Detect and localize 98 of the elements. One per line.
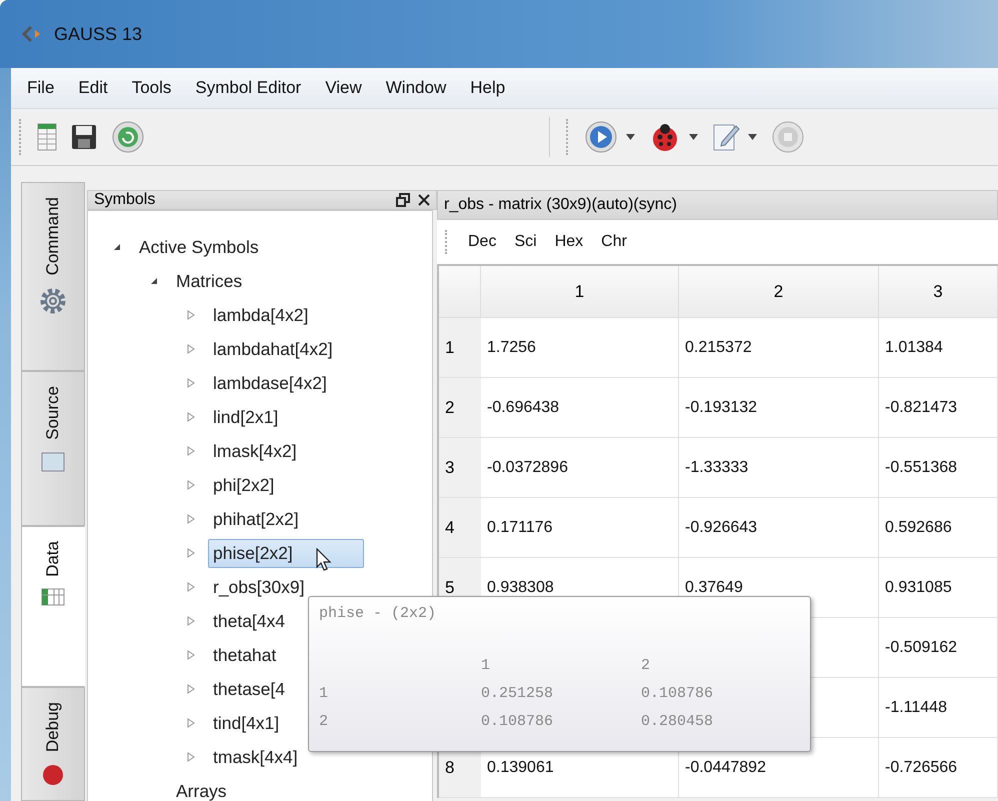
- collapsed-arrow-icon[interactable]: [186, 446, 196, 456]
- row-header[interactable]: 3: [439, 438, 481, 498]
- tooltip-column-header: 2: [641, 656, 652, 676]
- tree-item[interactable]: lambdase[4x2]: [208, 368, 332, 398]
- side-tab[interactable]: Debug: [21, 686, 85, 801]
- float-icon[interactable]: [396, 193, 410, 207]
- tooltip-value: 0.108786: [641, 684, 714, 704]
- expanded-arrow-icon[interactable]: [149, 276, 159, 286]
- panel-title: Symbols: [94, 191, 156, 209]
- panel-title: r_obs - matrix (30x9)(auto)(sync): [444, 196, 677, 214]
- play-icon[interactable]: [584, 120, 618, 154]
- caret-icon[interactable]: [626, 134, 635, 140]
- side-tab[interactable]: Data: [21, 526, 85, 687]
- menu-item[interactable]: Tools: [120, 74, 184, 102]
- table-cell: -0.696438: [481, 378, 679, 438]
- window-icon: [41, 452, 65, 472]
- caret-icon[interactable]: [689, 134, 698, 140]
- format-button[interactable]: Sci: [507, 229, 544, 255]
- tree-item[interactable]: tind[4x1]: [208, 708, 284, 738]
- collapsed-arrow-icon[interactable]: [186, 582, 196, 592]
- tree-item[interactable]: lambda[4x2]: [208, 300, 314, 330]
- menu-item[interactable]: Symbol Editor: [183, 74, 314, 102]
- tree-item[interactable]: phihat[2x2]: [208, 504, 304, 534]
- window-title: GAUSS 13: [54, 24, 142, 44]
- table-cell: 0.215372: [679, 318, 879, 378]
- table-cell: -0.0372896: [481, 438, 679, 498]
- menu-item[interactable]: File: [15, 74, 66, 102]
- refresh-icon[interactable]: [111, 120, 145, 154]
- close-icon[interactable]: [418, 194, 430, 206]
- tooltip-row-header: 1: [319, 684, 330, 704]
- table-cell: 0.592686: [879, 498, 998, 558]
- collapsed-arrow-icon[interactable]: [186, 480, 196, 490]
- row-header[interactable]: 4: [439, 498, 481, 558]
- format-button[interactable]: Chr: [594, 229, 634, 255]
- collapsed-arrow-icon[interactable]: [186, 310, 196, 320]
- collapsed-arrow-icon[interactable]: [186, 718, 196, 728]
- table-cell: -1.33333: [679, 438, 879, 498]
- tooltip-row-header: 2: [319, 712, 330, 732]
- tree-item[interactable]: lind[2x1]: [208, 402, 284, 432]
- table-cell: 0.171176: [481, 498, 679, 558]
- tree-item[interactable]: lmask[4x2]: [208, 436, 302, 466]
- collapsed-arrow-icon[interactable]: [186, 514, 196, 524]
- table-cell: -0.551368: [879, 438, 998, 498]
- tree-item[interactable]: Arrays: [171, 776, 232, 801]
- row-header[interactable]: 2: [439, 378, 481, 438]
- stop-icon[interactable]: [771, 120, 805, 154]
- tree-item[interactable]: phi[2x2]: [208, 470, 280, 500]
- tree-item[interactable]: phise[2x2]: [208, 538, 364, 568]
- side-tab[interactable]: Source: [21, 371, 85, 526]
- column-header[interactable]: 2: [679, 266, 879, 318]
- tree-item[interactable]: thetahat: [208, 640, 282, 670]
- table-cell: 1.01384: [879, 318, 998, 378]
- edit-icon[interactable]: [712, 122, 740, 152]
- format-button[interactable]: Hex: [548, 229, 590, 255]
- table-cell: -1.11448: [879, 678, 998, 738]
- collapsed-arrow-icon[interactable]: [186, 684, 196, 694]
- tree-item[interactable]: theta[4x4: [208, 606, 290, 636]
- collapsed-arrow-icon[interactable]: [186, 548, 196, 558]
- table-cell: -0.726566: [879, 738, 998, 798]
- expanded-arrow-icon[interactable]: [112, 242, 122, 252]
- save-icon[interactable]: [71, 124, 97, 150]
- tree-item[interactable]: tmask[4x4]: [208, 742, 303, 772]
- collapsed-arrow-icon[interactable]: [186, 412, 196, 422]
- table-cell: -0.193132: [679, 378, 879, 438]
- spreadsheet-icon[interactable]: [37, 123, 57, 151]
- table-cell: 1.7256: [481, 318, 679, 378]
- menu-item[interactable]: Window: [374, 74, 458, 102]
- column-header[interactable]: 3: [879, 266, 998, 318]
- tree-item[interactable]: thetase[4: [208, 674, 290, 704]
- row-header[interactable]: 1: [439, 318, 481, 378]
- collapsed-arrow-icon[interactable]: [186, 378, 196, 388]
- tooltip-title: phise - (2x2): [319, 605, 438, 622]
- table-cell: -0.509162: [879, 618, 998, 678]
- column-header[interactable]: 1: [481, 266, 679, 318]
- tree-item[interactable]: Active Symbols: [134, 232, 264, 262]
- menu-item[interactable]: Edit: [66, 74, 120, 102]
- tree-item[interactable]: lambdahat[4x2]: [208, 334, 338, 364]
- tooltip-value: 0.280458: [641, 712, 714, 732]
- collapsed-arrow-icon[interactable]: [186, 752, 196, 762]
- grid-icon: [41, 588, 65, 606]
- format-button[interactable]: Dec: [461, 229, 504, 255]
- tooltip-value: 0.251258: [481, 684, 554, 704]
- menu-item[interactable]: Help: [458, 74, 518, 102]
- tooltip-value: 0.108786: [481, 712, 554, 732]
- table-cell: 0.931085: [879, 558, 998, 618]
- collapsed-arrow-icon[interactable]: [186, 616, 196, 626]
- side-tab[interactable]: Command: [21, 182, 85, 372]
- caret-icon[interactable]: [748, 134, 757, 140]
- table-cell: -0.926643: [679, 498, 879, 558]
- tree-item[interactable]: Matrices: [171, 266, 248, 296]
- table-cell: -0.821473: [879, 378, 998, 438]
- tooltip-column-header: 1: [481, 656, 492, 676]
- mouse-pointer-icon: [316, 548, 332, 572]
- tree-item[interactable]: r_obs[30x9]: [208, 572, 310, 602]
- gear-icon: [39, 287, 67, 316]
- collapsed-arrow-icon[interactable]: [186, 650, 196, 660]
- menu-item[interactable]: View: [313, 74, 374, 102]
- collapsed-arrow-icon[interactable]: [186, 344, 196, 354]
